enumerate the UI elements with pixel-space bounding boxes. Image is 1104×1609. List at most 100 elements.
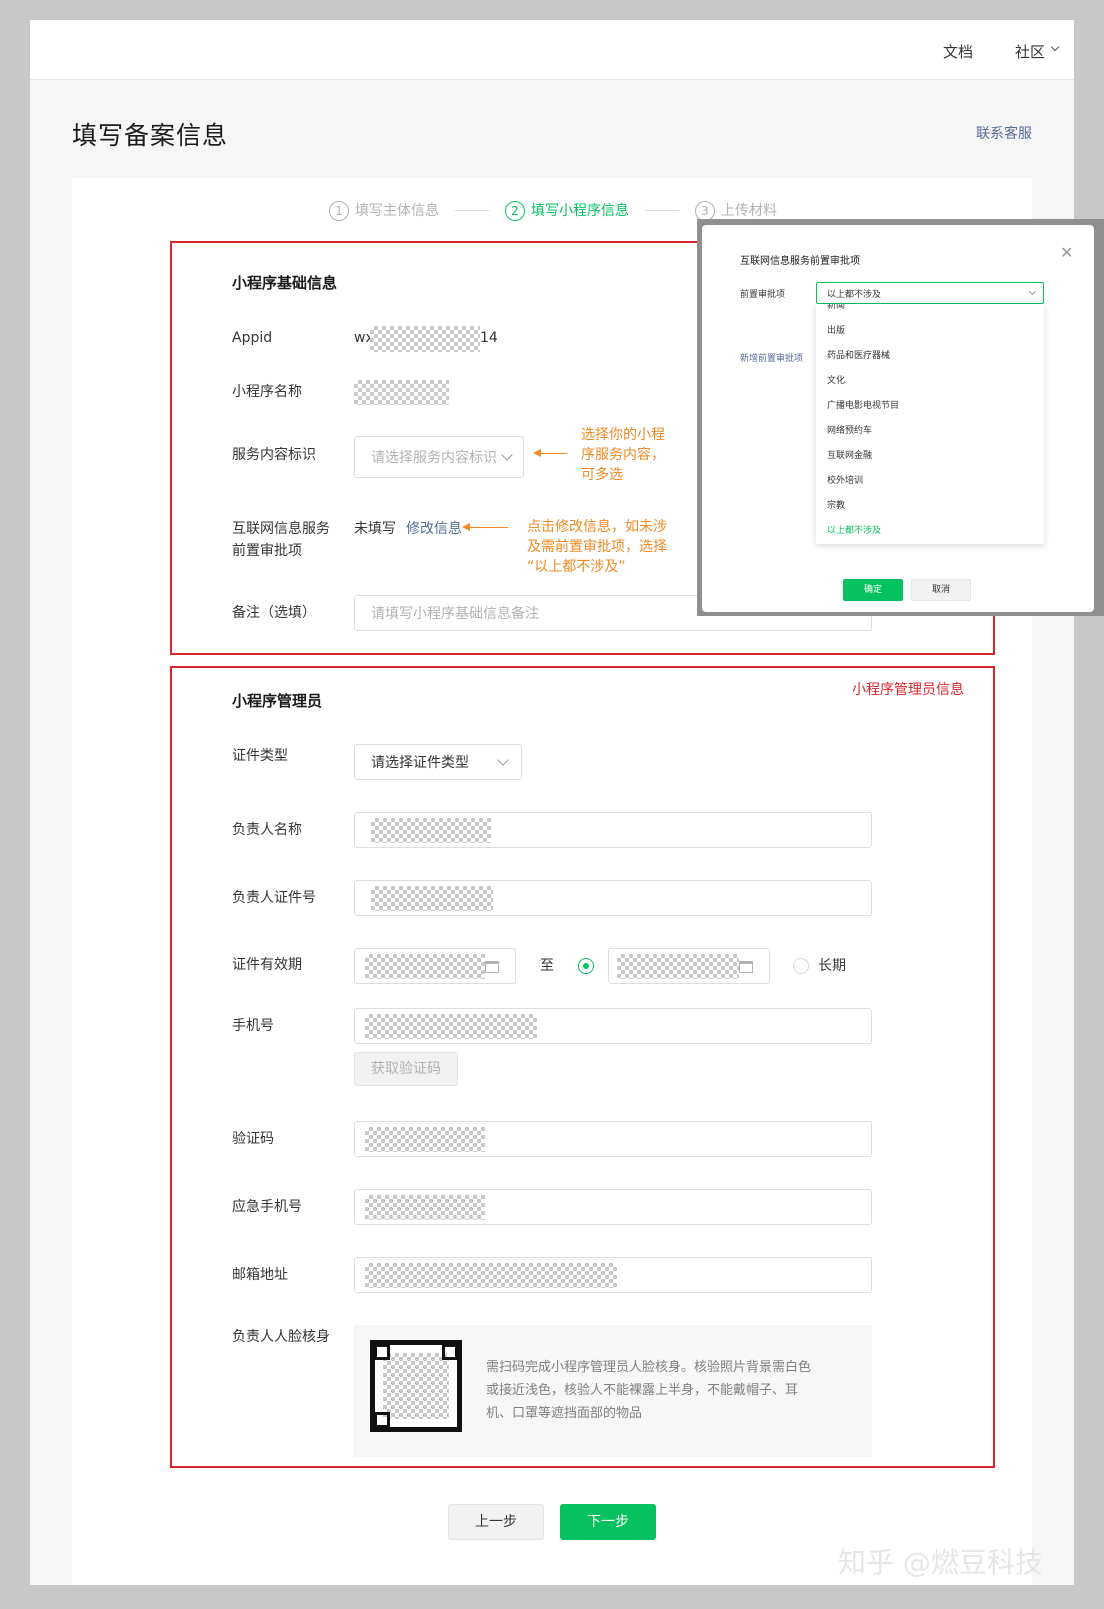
nav-community[interactable]: 社区: [1015, 41, 1045, 62]
long-term-label: 长期: [818, 958, 846, 974]
cert-type-label: 证件类型: [232, 748, 288, 764]
add-approval-link[interactable]: 新增前置审批项: [740, 351, 803, 364]
step-divider: [455, 210, 489, 211]
step-3-label: 上传材料: [721, 203, 777, 219]
step-1-label: 填写主体信息: [355, 203, 439, 219]
name-redacted: [354, 380, 449, 405]
phone-input[interactable]: [354, 1008, 872, 1044]
basic-info-title: 小程序基础信息: [232, 274, 338, 292]
emergency-phone-redacted: [365, 1195, 485, 1220]
owner-id-label: 负责人证件号: [232, 890, 316, 906]
appid-suffix: 14: [480, 330, 498, 346]
annotation-service: 选择你的小程 序服务内容， 可多选: [581, 427, 665, 483]
dropdown-option[interactable]: 广播电影电视节目: [827, 398, 899, 411]
code-input[interactable]: [354, 1121, 872, 1157]
phone-label: 手机号: [232, 1018, 274, 1034]
owner-name-redacted: [371, 818, 491, 843]
dropdown-option-news[interactable]: 新闻: [827, 304, 845, 311]
step-2-label: 填写小程序信息: [531, 203, 629, 219]
email-redacted: [365, 1263, 617, 1288]
modal-title: 互联网信息服务前置审批项: [740, 256, 860, 267]
qr-code-redacted: [383, 1353, 449, 1419]
dropdown-option[interactable]: 出版: [827, 323, 845, 336]
remark-placeholder: 请填写小程序基础信息备注: [371, 606, 539, 622]
qr-finder-pattern: [374, 1412, 390, 1428]
step-3: 3 上传材料: [695, 200, 777, 221]
emergency-phone-label: 应急手机号: [232, 1199, 302, 1215]
admin-title: 小程序管理员: [232, 692, 323, 710]
code-redacted: [365, 1127, 485, 1152]
next-step-button[interactable]: 下一步: [560, 1504, 656, 1540]
step-2: 2 填写小程序信息: [505, 200, 629, 221]
top-bar: [30, 20, 1074, 80]
chevron-down-icon: [497, 754, 509, 766]
qr-finder-pattern: [442, 1344, 458, 1360]
approval-select-value: 以上都不涉及: [827, 290, 882, 300]
stepper: 1 填写主体信息 2 填写小程序信息 3 上传材料: [329, 200, 777, 221]
annotation-approval: 点击修改信息，如未涉 及需前置审批项，选择 “以上都不涉及”: [527, 519, 667, 575]
dropdown-option[interactable]: 药品和医疗器械: [827, 348, 890, 361]
dropdown-option[interactable]: 校外培训: [827, 473, 863, 486]
validity-range-radio[interactable]: [578, 958, 594, 974]
approval-select[interactable]: 以上都不涉及: [816, 282, 1044, 304]
validity-label: 证件有效期: [232, 957, 302, 973]
modify-info-link[interactable]: 修改信息: [406, 518, 462, 540]
annotation-arrow: [462, 523, 508, 531]
email-label: 邮箱地址: [232, 1267, 288, 1283]
owner-name-label: 负责人名称: [232, 822, 302, 838]
step-1: 1 填写主体信息: [329, 200, 439, 221]
page-title: 填写备案信息: [72, 121, 229, 150]
face-verify-description: 需扫码完成小程序管理员人脸核身。核验照片背景需白色 或接近浅色，核验人不能裸露上…: [486, 1360, 812, 1421]
step-2-number: 2: [505, 201, 525, 221]
get-code-button[interactable]: 获取验证码: [354, 1052, 458, 1086]
qr-code[interactable]: [370, 1340, 462, 1432]
email-input[interactable]: [354, 1257, 872, 1293]
cert-type-value: 请选择证件类型: [371, 755, 469, 771]
service-select[interactable]: 请选择服务内容标识: [354, 436, 524, 478]
annotation-arrow: [533, 449, 567, 457]
modal-field-label: 前置审批项: [740, 290, 786, 300]
modal-confirm-button[interactable]: 确定: [843, 579, 903, 601]
calendar-icon[interactable]: [485, 961, 499, 973]
dropdown-option[interactable]: 网络预约车: [827, 423, 872, 436]
owner-id-redacted: [371, 886, 493, 911]
remark-label: 备注（选填）: [232, 605, 316, 621]
approval-status: 未填写: [354, 521, 396, 537]
code-label: 验证码: [232, 1131, 274, 1147]
chevron-down-icon: [1028, 287, 1037, 296]
contact-support-link[interactable]: 联系客服: [976, 123, 1032, 143]
emergency-phone-input[interactable]: [354, 1189, 872, 1225]
cert-type-select[interactable]: 请选择证件类型: [354, 744, 522, 780]
step-1-number: 1: [329, 201, 349, 221]
validity-start-input[interactable]: [354, 948, 516, 984]
name-label: 小程序名称: [232, 384, 302, 400]
service-placeholder: 请选择服务内容标识: [371, 450, 497, 466]
service-label: 服务内容标识: [232, 447, 316, 463]
admin-section-tag: 小程序管理员信息: [852, 682, 964, 698]
validity-start-redacted: [365, 954, 485, 979]
prev-step-button[interactable]: 上一步: [448, 1504, 544, 1540]
validity-end-input[interactable]: [608, 948, 770, 984]
step-divider: [645, 210, 679, 211]
calendar-icon[interactable]: [739, 961, 753, 973]
watermark: 知乎 @燃豆科技: [838, 1546, 1043, 1579]
long-term-radio[interactable]: [793, 958, 809, 974]
approval-label: 互联网信息服务 前置审批项: [232, 521, 330, 559]
close-icon[interactable]: ✕: [1060, 243, 1073, 262]
validity-end-redacted: [617, 954, 739, 979]
dropdown-option[interactable]: 互联网金融: [827, 448, 872, 461]
face-verify-label: 负责人人脸核身: [232, 1329, 330, 1345]
phone-redacted: [365, 1014, 537, 1039]
dropdown-option[interactable]: 宗教: [827, 498, 845, 511]
owner-id-input[interactable]: [354, 880, 872, 916]
modal-cancel-button[interactable]: 取消: [911, 579, 971, 601]
appid-label: Appid: [232, 330, 273, 346]
owner-name-input[interactable]: [354, 812, 872, 848]
appid-redacted: [370, 326, 480, 352]
dropdown-option[interactable]: 文化: [827, 373, 845, 386]
dropdown-option-selected[interactable]: 以上都不涉及: [827, 523, 881, 536]
range-separator: 至: [540, 958, 554, 974]
chevron-down-icon: [501, 449, 513, 461]
nav-docs[interactable]: 文档: [943, 41, 973, 62]
qr-finder-pattern: [374, 1344, 390, 1360]
